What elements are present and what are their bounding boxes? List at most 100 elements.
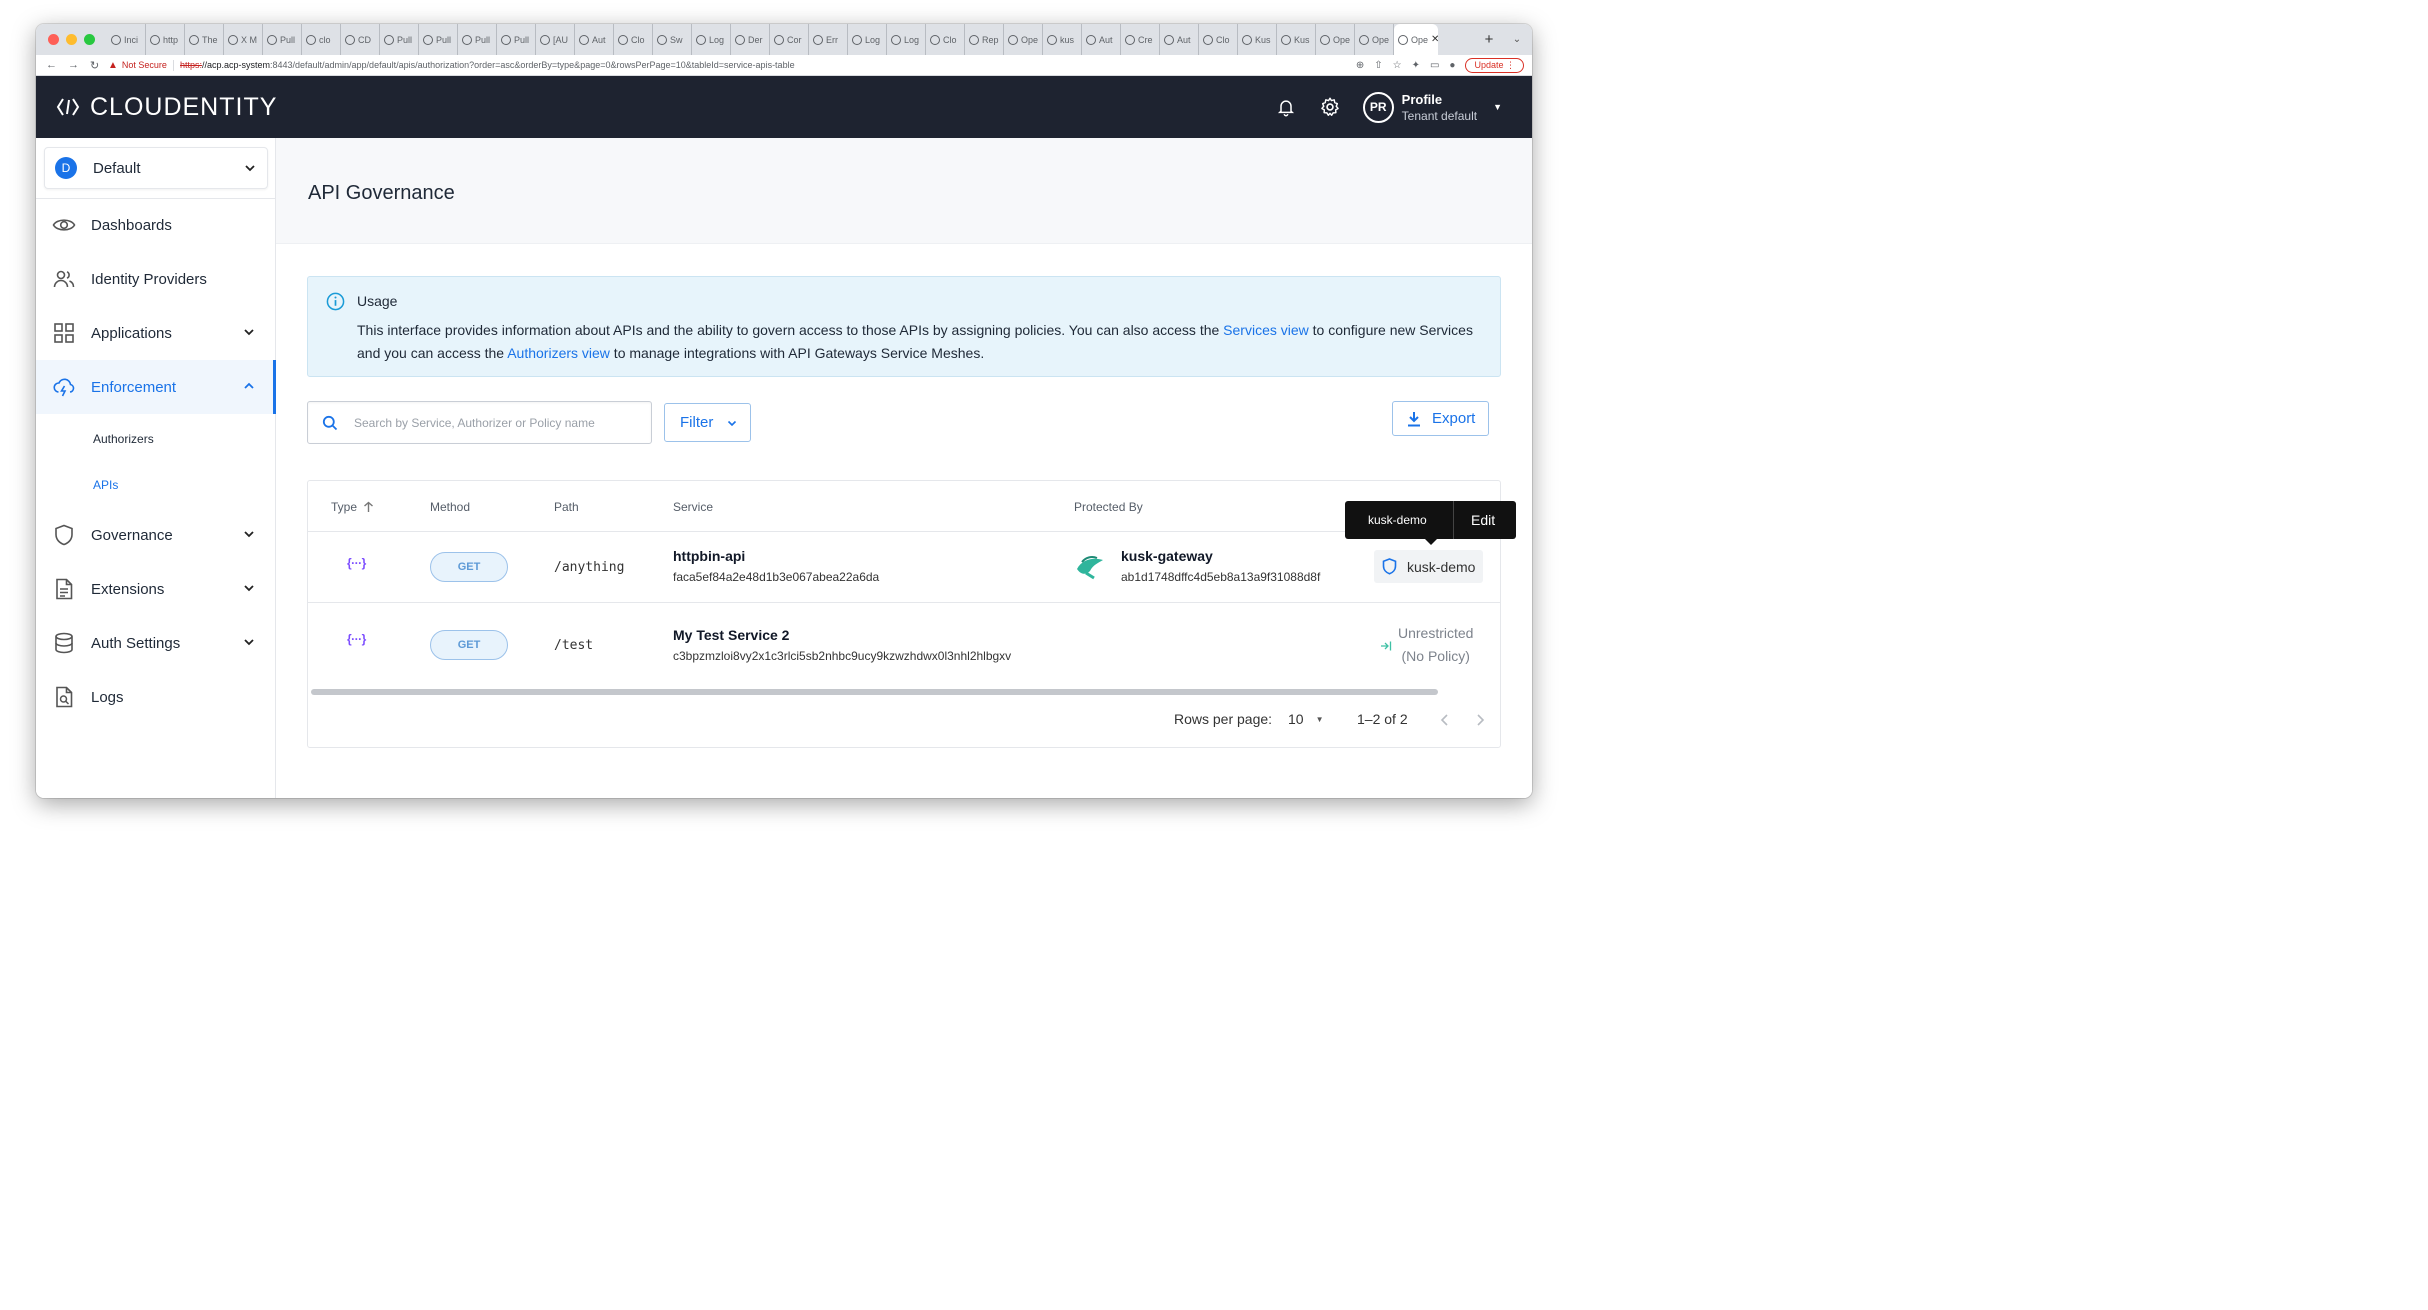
browser-tab[interactable]: Sw (653, 24, 692, 55)
tab-label: Err (826, 34, 838, 45)
rows-per-page-select[interactable]: 10 ▼ (1288, 711, 1324, 727)
browser-tab[interactable]: Ope (1316, 24, 1355, 55)
update-button[interactable]: Update ⋮ (1465, 57, 1524, 73)
close-window-button[interactable] (48, 34, 59, 45)
column-header-service[interactable]: Service (673, 500, 713, 514)
caret-down-icon[interactable]: ▼ (1493, 102, 1502, 112)
browser-tab[interactable]: Kus (1238, 24, 1277, 55)
browser-tab[interactable]: Err (809, 24, 848, 55)
maximize-window-button[interactable] (84, 34, 95, 45)
tab-favicon-icon (423, 34, 433, 45)
export-button[interactable]: Export (1392, 401, 1489, 436)
browser-tab[interactable]: Pull (263, 24, 302, 55)
tab-search-icon[interactable]: ⌄ (1502, 24, 1532, 55)
security-indicator[interactable]: ▲ Not Secure (108, 59, 174, 71)
browser-tab[interactable]: http (146, 24, 185, 55)
browser-tab[interactable]: clo (302, 24, 341, 55)
browser-tab[interactable]: CD (341, 24, 380, 55)
tooltip-edit-button[interactable]: Edit (1453, 501, 1495, 539)
back-icon[interactable]: ← (46, 59, 57, 72)
browser-tab[interactable]: Rep (965, 24, 1004, 55)
policy-chip[interactable]: kusk-demo (1374, 550, 1484, 583)
browser-tab[interactable]: Aut (1082, 24, 1121, 55)
extensions-icon[interactable]: ✦ (1412, 60, 1420, 71)
forward-icon[interactable]: → (68, 59, 79, 72)
new-tab-button[interactable]: + (1476, 24, 1502, 55)
sidebar-item-applications[interactable]: Applications (36, 306, 276, 360)
browser-tab[interactable]: Ope (1004, 24, 1043, 55)
search-input[interactable] (354, 415, 614, 430)
database-icon (52, 631, 76, 655)
bell-icon[interactable] (1275, 96, 1297, 118)
browser-tab[interactable]: Pull (380, 24, 419, 55)
tab-label: Pull (514, 34, 530, 45)
browser-tab[interactable]: Aut (1160, 24, 1199, 55)
browser-tab[interactable]: [AU (536, 24, 575, 55)
gear-icon[interactable] (1319, 96, 1341, 118)
next-page-icon[interactable] (1474, 713, 1486, 727)
sidebar-item-logs[interactable]: Logs (36, 670, 276, 724)
authorizer-name[interactable]: kusk-gateway (1121, 548, 1320, 564)
logo[interactable]: CLOUDENTITY (36, 93, 277, 122)
tenant-selector[interactable]: D Default (44, 147, 268, 189)
service-apis-table: Type Method Path Service Protected By {·… (307, 480, 1501, 748)
sidepanel-icon[interactable]: ▭ (1430, 60, 1439, 71)
browser-tab[interactable]: Clo (926, 24, 965, 55)
column-header-method[interactable]: Method (430, 500, 470, 514)
browser-tab[interactable]: Aut (575, 24, 614, 55)
browser-tab[interactable]: kus (1043, 24, 1082, 55)
sidebar-item-auth-settings[interactable]: Auth Settings (36, 616, 276, 670)
browser-tab-active[interactable]: Ope ✕ (1394, 24, 1438, 55)
search-field[interactable] (307, 401, 652, 444)
app-header: CLOUDENTITY PR Profile Tenant default ▼ (36, 76, 1532, 138)
zoom-icon[interactable]: ⊕ (1356, 60, 1364, 71)
browser-tab[interactable]: Pull (419, 24, 458, 55)
browser-tab[interactable]: X M (224, 24, 263, 55)
sidebar-item-identity-providers[interactable]: Identity Providers (36, 252, 276, 306)
share-icon[interactable]: ⇧ (1374, 60, 1382, 71)
horizontal-scrollbar[interactable] (311, 689, 1438, 695)
column-header-path[interactable]: Path (554, 500, 579, 514)
tab-label: Kus (1294, 34, 1310, 45)
sidebar-item-governance[interactable]: Governance (36, 508, 276, 562)
browser-tab[interactable]: Log (692, 24, 731, 55)
tab-label: Pull (280, 34, 296, 45)
bookmark-star-icon[interactable]: ☆ (1393, 60, 1402, 71)
browser-tab[interactable]: The (185, 24, 224, 55)
sidebar-subitem-authorizers[interactable]: Authorizers (93, 432, 154, 446)
browser-tab[interactable]: Ope (1355, 24, 1394, 55)
previous-page-icon[interactable] (1439, 713, 1451, 727)
tab-favicon-icon (462, 34, 472, 45)
table-row[interactable]: {···} GET /test My Test Service 2 c3bpzm… (308, 603, 1500, 689)
browser-tab[interactable]: Kus (1277, 24, 1316, 55)
profile-menu[interactable]: PR Profile Tenant default (1362, 91, 1477, 123)
services-view-link[interactable]: Services view (1223, 322, 1309, 338)
sidebar-item-extensions[interactable]: Extensions (36, 562, 276, 616)
authorizers-view-link[interactable]: Authorizers view (507, 345, 610, 361)
browser-tab[interactable]: Der (731, 24, 770, 55)
reload-icon[interactable]: ↻ (90, 59, 99, 72)
sidebar-item-enforcement[interactable]: Enforcement (36, 360, 276, 414)
browser-tab[interactable]: Pull (458, 24, 497, 55)
column-header-type[interactable]: Type (331, 500, 374, 514)
browser-tab[interactable]: Cre (1121, 24, 1160, 55)
sidebar-item-dashboards[interactable]: Dashboards (36, 198, 276, 252)
filter-button[interactable]: Filter (664, 403, 751, 442)
usage-text-part: This interface provides information abou… (357, 322, 1224, 338)
browser-tab[interactable]: Inci (107, 24, 146, 55)
browser-tab[interactable]: Pull (497, 24, 536, 55)
url-field[interactable]: https://acp.acp-system:8443/default/admi… (180, 60, 1356, 70)
browser-tab[interactable]: Cor (770, 24, 809, 55)
no-policy-status[interactable]: Unrestricted (No Policy) (1398, 622, 1473, 668)
column-header-protected-by[interactable]: Protected By (1074, 500, 1143, 514)
browser-tab[interactable]: Clo (1199, 24, 1238, 55)
tab-close-icon[interactable]: ✕ (1431, 34, 1438, 45)
profile-icon[interactable]: ● (1449, 60, 1455, 71)
table-row[interactable]: {···} GET /anything httpbin-api faca5ef8… (308, 532, 1500, 603)
browser-tab[interactable]: Log (887, 24, 926, 55)
browser-tab[interactable]: Log (848, 24, 887, 55)
browser-tab[interactable]: Clo (614, 24, 653, 55)
sidebar-subitem-apis[interactable]: APIs (93, 478, 118, 492)
minimize-window-button[interactable] (66, 34, 77, 45)
chevron-down-icon (244, 585, 254, 592)
